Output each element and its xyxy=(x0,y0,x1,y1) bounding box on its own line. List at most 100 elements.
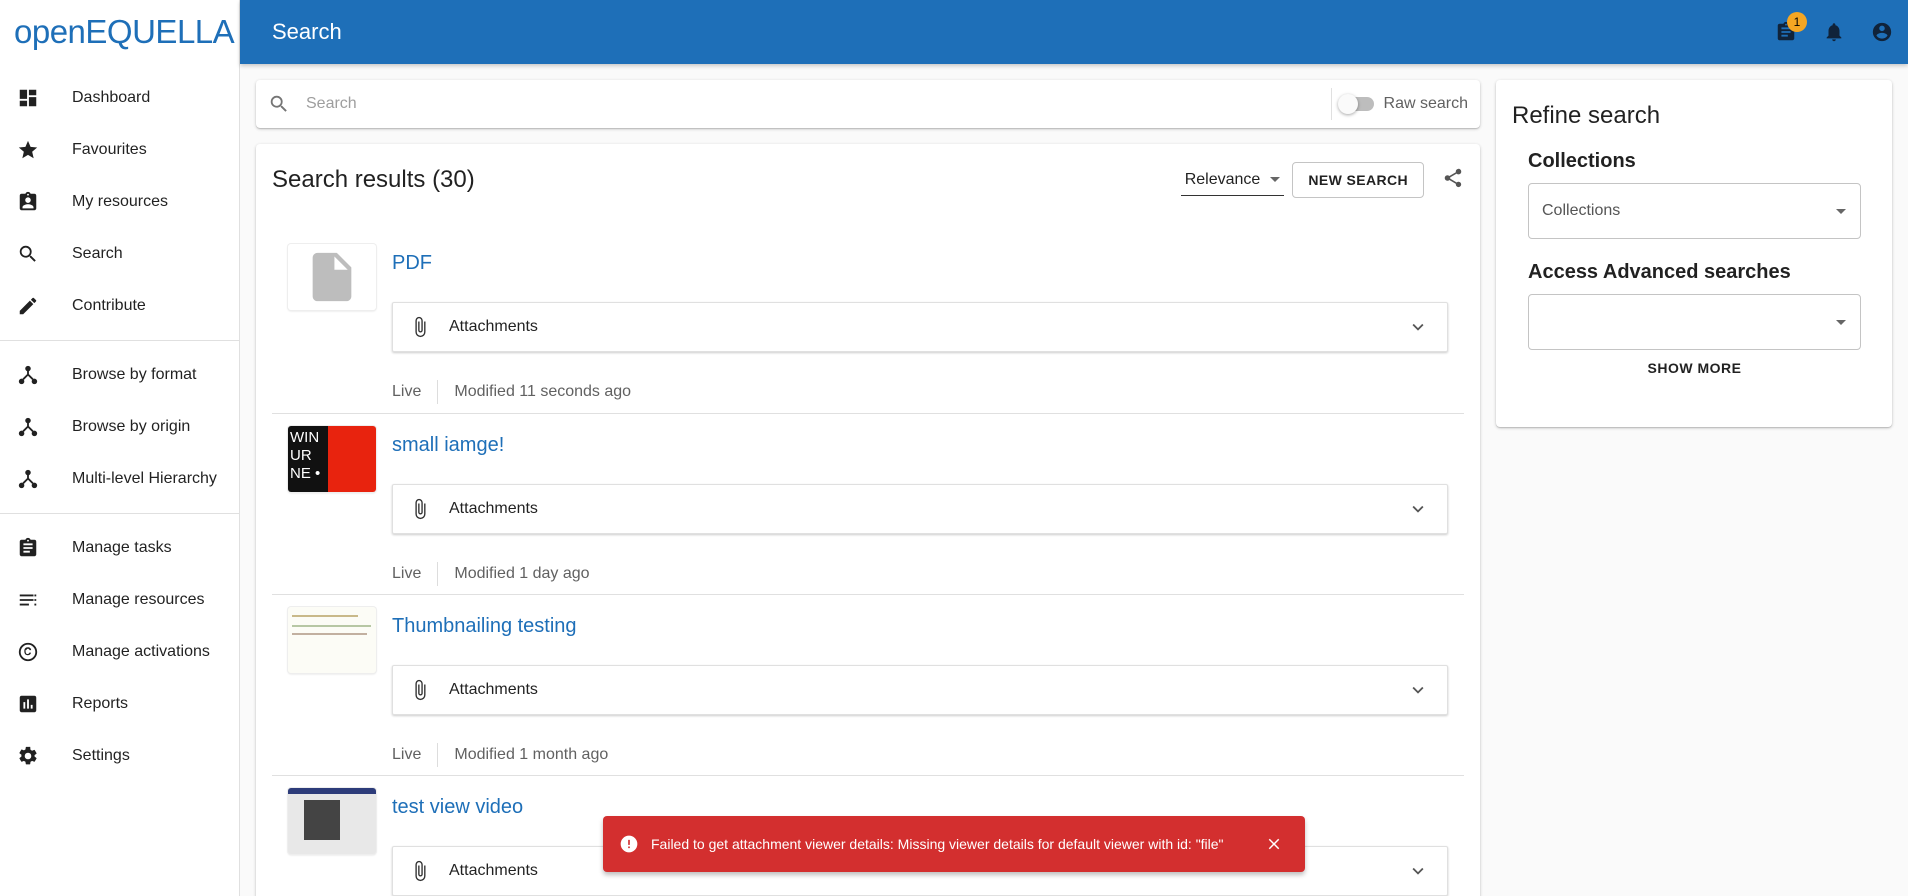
list-icon xyxy=(16,588,40,612)
attachments-label: Attachments xyxy=(449,681,538,698)
openequella-logo[interactable]: open EQUELLA xyxy=(0,0,239,64)
hierarchy-icon xyxy=(16,363,40,387)
nav-group-main: Dashboard Favourites My resources Search… xyxy=(0,64,239,341)
result-thumbnail[interactable] xyxy=(288,244,376,310)
hierarchy-icon xyxy=(16,415,40,439)
modified-label: Modified 1 month ago xyxy=(454,746,609,763)
dashboard-icon xyxy=(16,86,40,110)
paperclip-icon xyxy=(409,316,433,338)
clipboard-icon xyxy=(16,536,40,560)
search-bar: Raw search xyxy=(256,80,1480,128)
chevron-down-icon xyxy=(1407,498,1431,520)
error-icon xyxy=(619,834,639,854)
notifications-button[interactable] xyxy=(1822,20,1846,44)
bar-chart-icon xyxy=(16,692,40,716)
result-meta: Live Modified 1 day ago xyxy=(392,562,590,586)
attachments-label: Attachments xyxy=(449,500,538,517)
new-search-button[interactable]: NEW SEARCH xyxy=(1292,162,1424,198)
search-input[interactable] xyxy=(306,95,1331,113)
sidebar-item-favourites[interactable]: Favourites xyxy=(0,124,239,176)
result-thumbnail[interactable] xyxy=(288,788,376,854)
sidebar-item-browse-by-format[interactable]: Browse by format xyxy=(0,349,239,401)
result-title[interactable]: Thumbnailing testing xyxy=(392,615,577,638)
modified-label: Modified 11 seconds ago xyxy=(454,383,632,400)
chevron-down-icon xyxy=(1407,679,1431,701)
attachments-accordion[interactable]: Attachments xyxy=(392,484,1448,534)
caret-down-icon xyxy=(1836,319,1846,325)
code-screenshot-image xyxy=(292,633,367,635)
code-screenshot-image xyxy=(292,615,358,617)
caret-down-icon xyxy=(1270,177,1281,182)
gear-icon xyxy=(16,744,40,768)
account-button[interactable] xyxy=(1870,20,1894,44)
search-icon xyxy=(16,242,40,266)
share-icon[interactable] xyxy=(1442,167,1464,194)
results-title: Search results (30) xyxy=(272,166,475,193)
sidebar-item-contribute[interactable]: Contribute xyxy=(0,280,239,332)
top-app-bar: Search 1 xyxy=(240,0,1908,64)
file-icon xyxy=(312,252,352,302)
results-header: Search results (30) Relevance NEW SEARCH xyxy=(256,144,1480,216)
pencil-icon xyxy=(16,294,40,318)
nav-group-manage: Manage tasks Manage resources Manage act… xyxy=(0,514,239,790)
result-meta: Live Modified 1 month ago xyxy=(392,743,608,767)
result-meta: Live Modified 11 seconds ago xyxy=(392,380,631,404)
video-screenshot-image xyxy=(304,800,340,840)
result-item: Thumbnailing testing Attachments Live Mo… xyxy=(272,595,1464,776)
search-results-panel: Search results (30) Relevance NEW SEARCH… xyxy=(256,144,1480,896)
sidebar-item-manage-activations[interactable]: Manage activations xyxy=(0,626,239,678)
result-title[interactable]: PDF xyxy=(392,252,432,275)
result-thumbnail[interactable] xyxy=(288,607,376,673)
refine-search-panel: Refine search Collections Collections Ac… xyxy=(1496,80,1892,427)
sidebar-item-reports[interactable]: Reports xyxy=(0,678,239,730)
raw-search-toggle[interactable]: Raw search xyxy=(1332,94,1480,114)
paperclip-icon xyxy=(409,679,433,701)
logo-image-dark: WIN UR NE • xyxy=(288,426,328,492)
attachments-accordion[interactable]: Attachments xyxy=(392,302,1448,352)
refine-title: Refine search xyxy=(1512,102,1661,129)
collections-value: Collections xyxy=(1542,202,1621,219)
sidebar-item-manage-tasks[interactable]: Manage tasks xyxy=(0,522,239,574)
sidebar-item-search[interactable]: Search xyxy=(0,228,239,280)
hierarchy-icon xyxy=(16,467,40,491)
advanced-searches-heading: Access Advanced searches xyxy=(1528,261,1791,283)
close-icon[interactable] xyxy=(1265,835,1283,853)
sort-order-value: Relevance xyxy=(1184,170,1261,188)
status-label: Live xyxy=(392,383,422,400)
sidebar-item-my-resources[interactable]: My resources xyxy=(0,176,239,228)
error-snackbar: Failed to get attachment viewer details:… xyxy=(603,816,1305,872)
assignment-ind-icon xyxy=(16,190,40,214)
tasks-button[interactable]: 1 xyxy=(1774,12,1807,44)
video-screenshot-image xyxy=(288,788,376,794)
result-thumbnail[interactable]: WIN UR NE • xyxy=(288,426,376,492)
logo-image-red xyxy=(328,426,376,492)
page-title: Search xyxy=(272,19,342,44)
chevron-down-icon xyxy=(1407,316,1431,338)
result-item: WIN UR NE • small iamge! Attachments Live … xyxy=(272,414,1464,595)
divider xyxy=(437,562,439,586)
chevron-down-icon xyxy=(1407,860,1431,882)
status-label: Live xyxy=(392,746,422,763)
sidebar-item-browse-by-origin[interactable]: Browse by origin xyxy=(0,401,239,453)
result-item: PDF Attachments Live Modified 11 seconds… xyxy=(272,232,1464,414)
raw-search-switch[interactable] xyxy=(1337,94,1374,114)
star-icon xyxy=(16,138,40,162)
account-circle-icon xyxy=(1872,22,1892,42)
divider xyxy=(437,743,439,767)
attachments-accordion[interactable]: Attachments xyxy=(392,665,1448,715)
code-screenshot-image xyxy=(292,625,372,627)
sidebar-item-manage-resources[interactable]: Manage resources xyxy=(0,574,239,626)
sort-order-select[interactable]: Relevance xyxy=(1180,164,1285,196)
collections-heading: Collections xyxy=(1528,150,1636,172)
search-icon xyxy=(268,93,292,115)
error-message: Failed to get attachment viewer details:… xyxy=(651,836,1224,852)
raw-search-label: Raw search xyxy=(1383,95,1468,112)
result-title[interactable]: small iamge! xyxy=(392,434,504,457)
sidebar-item-settings[interactable]: Settings xyxy=(0,730,239,782)
sidebar-item-dashboard[interactable]: Dashboard xyxy=(0,72,239,124)
result-title[interactable]: test view video xyxy=(392,796,523,819)
advanced-searches-select[interactable] xyxy=(1528,294,1861,350)
sidebar-item-multi-level-hierarchy[interactable]: Multi-level Hierarchy xyxy=(0,453,239,505)
collections-select[interactable]: Collections xyxy=(1528,183,1861,239)
show-more-button[interactable]: SHOW MORE xyxy=(1528,360,1861,376)
